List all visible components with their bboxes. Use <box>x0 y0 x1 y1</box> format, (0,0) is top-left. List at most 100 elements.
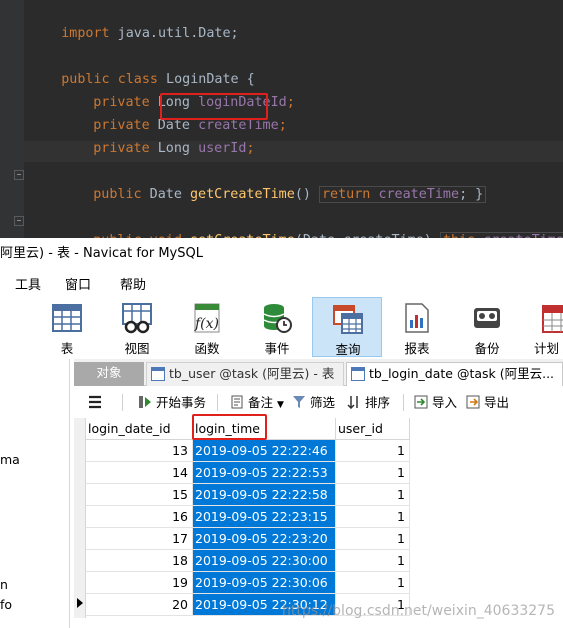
export-button[interactable]: 导出 <box>466 393 509 413</box>
tab-bar: 对象 tb_user @task (阿里云) - 表 tb_login_date… <box>74 359 563 386</box>
import-button[interactable]: 导入 <box>414 393 457 413</box>
data-grid[interactable]: login_date_id login_time user_id 13 2019-… <box>74 414 563 628</box>
import-icon <box>414 395 428 409</box>
current-row-arrow-icon <box>77 598 83 608</box>
toolbar-divider <box>403 394 404 411</box>
menu-window[interactable]: 窗口 <box>65 274 91 293</box>
event-icon <box>263 304 292 333</box>
sort-icon <box>347 396 358 409</box>
filter-icon <box>293 396 305 408</box>
cell-user-id[interactable]: 1 <box>336 484 410 506</box>
report-icon <box>405 303 429 333</box>
menu-tools[interactable]: 工具 <box>15 274 41 293</box>
cell-login-date-id[interactable]: 16 <box>86 506 193 528</box>
query-icon <box>333 305 363 334</box>
toolbar-query-button[interactable]: 查询 <box>312 297 382 357</box>
code-line-field-userId: private Long userId; <box>93 141 255 156</box>
hamburger-icon[interactable] <box>88 395 102 409</box>
cell-login-time[interactable]: 2019-09-05 22:22:46 <box>193 440 336 462</box>
cell-login-time[interactable]: 2019-09-05 22:23:20 <box>193 528 336 550</box>
menu-help[interactable]: 帮助 <box>120 274 146 293</box>
cell-login-date-id[interactable]: 13 <box>86 440 193 462</box>
fold-toggle-icon[interactable] <box>14 170 24 180</box>
cell-user-id[interactable]: 1 <box>336 550 410 572</box>
column-header-login-date-id[interactable]: login_date_id <box>86 418 193 440</box>
code-line-import: import java.util.Date; <box>61 26 239 41</box>
createTime-highlight-box <box>160 93 268 120</box>
cell-login-time[interactable]: 2019-09-05 22:30:00 <box>193 550 336 572</box>
note-label: 备注 <box>248 395 274 410</box>
cell-login-date-id[interactable]: 18 <box>86 550 193 572</box>
toolbar-backup-button[interactable]: 备份 <box>452 297 522 357</box>
toolbar-table-button[interactable]: 表 <box>32 297 102 357</box>
toolbar-schedule-button[interactable]: 计划 <box>522 297 563 357</box>
transaction-icon <box>139 396 151 408</box>
filter-button[interactable]: 筛选 <box>292 393 335 413</box>
sidebar-item-fragment[interactable]: ma <box>0 452 20 467</box>
cell-login-date-id[interactable]: 17 <box>86 528 193 550</box>
cell-login-time[interactable]: 2019-09-05 22:23:15 <box>193 506 336 528</box>
begin-transaction-label: 开始事务 <box>156 395 207 410</box>
cell-user-id[interactable]: 1 <box>336 528 410 550</box>
cell-login-date-id[interactable]: 14 <box>86 462 193 484</box>
column-header-user-id[interactable]: user_id <box>336 418 410 440</box>
cell-user-id[interactable]: 1 <box>336 506 410 528</box>
toolbar-backup-label: 备份 <box>474 341 500 356</box>
main-toolbar: 表 视图 f(x) 函数 事件 查询 报表 备份 计划 <box>0 295 563 359</box>
cell-login-time[interactable]: 2019-09-05 22:22:53 <box>193 462 336 484</box>
cell-login-date-id[interactable]: 15 <box>86 484 193 506</box>
tab-objects[interactable]: 对象 <box>74 362 144 386</box>
toolbar-view-label: 视图 <box>124 341 150 356</box>
fold-toggle-icon[interactable] <box>14 216 24 226</box>
toolbar-query-label: 查询 <box>335 342 361 357</box>
table-icon <box>151 367 165 381</box>
toolbar-function-button[interactable]: f(x) 函数 <box>172 297 242 357</box>
row-selector-column[interactable] <box>74 418 86 618</box>
toolbar-report-button[interactable]: 报表 <box>382 297 452 357</box>
toolbar-table-label: 表 <box>60 341 74 356</box>
code-line-getter: public Date getCreateTime() return creat… <box>61 165 487 203</box>
export-label: 导出 <box>484 395 510 410</box>
function-icon: f(x) <box>194 303 220 333</box>
export-icon <box>466 395 480 409</box>
toolbar-view-button[interactable]: 视图 <box>102 297 172 357</box>
menu-bar: 工具 窗口 帮助 <box>0 269 563 295</box>
schedule-icon <box>542 305 563 333</box>
import-label: 导入 <box>432 395 458 410</box>
cell-login-time[interactable]: 2019-09-05 22:30:06 <box>193 572 336 594</box>
navicat-window: 阿里云) - 表 - Navicat for MySQL 工具 窗口 帮助 表 <box>0 238 563 628</box>
filter-label: 筛选 <box>310 395 336 410</box>
window-title: 阿里云) - 表 - Navicat for MySQL <box>0 238 563 269</box>
chevron-down-icon: ▼ <box>277 400 284 410</box>
cell-login-date-id[interactable]: 20 <box>86 594 193 616</box>
cell-login-date-id[interactable]: 19 <box>86 572 193 594</box>
toolbar-function-label: 函数 <box>194 341 220 356</box>
toolbar-event-button[interactable]: 事件 <box>242 297 312 357</box>
tab-tb-login-date-label: tb_login_date @task (阿里云... <box>369 366 555 381</box>
data-toolbar: 开始事务 备注 ▼ 筛选 排序 导入 导出 <box>74 387 563 418</box>
editor-gutter <box>0 0 24 238</box>
code-line-setter: public void setCreateTime(Date createTim… <box>61 211 563 249</box>
sidebar-item-fragment[interactable]: n <box>0 577 8 592</box>
table-icon <box>52 304 82 332</box>
toolbar-schedule-label: 计划 <box>534 341 560 356</box>
login-time-highlight-box <box>192 414 267 440</box>
tab-tb-login-date[interactable]: tb_login_date @task (阿里云... <box>346 362 563 386</box>
note-icon <box>231 395 243 409</box>
cell-user-id[interactable]: 1 <box>336 572 410 594</box>
begin-transaction-button[interactable]: 开始事务 <box>138 393 206 413</box>
toolbar-divider <box>122 394 123 411</box>
cell-login-time[interactable]: 2019-09-05 22:22:58 <box>193 484 336 506</box>
sort-button[interactable]: 排序 <box>347 393 390 413</box>
toolbar-event-label: 事件 <box>264 341 290 356</box>
code-editor[interactable]: import java.util.Date; public class Logi… <box>0 0 563 249</box>
sidebar-item-fragment[interactable]: fo <box>0 597 12 612</box>
object-sidebar[interactable]: ma n fo <box>0 359 70 628</box>
view-icon <box>122 303 152 334</box>
svg-text:f(x): f(x) <box>194 316 219 332</box>
watermark: https://blog.csdn.net/weixin_40633275 <box>281 603 555 619</box>
note-button[interactable]: 备注 ▼ <box>230 393 284 413</box>
cell-user-id[interactable]: 1 <box>336 462 410 484</box>
cell-user-id[interactable]: 1 <box>336 440 410 462</box>
tab-tb-user[interactable]: tb_user @task (阿里云) - 表 <box>146 362 344 386</box>
